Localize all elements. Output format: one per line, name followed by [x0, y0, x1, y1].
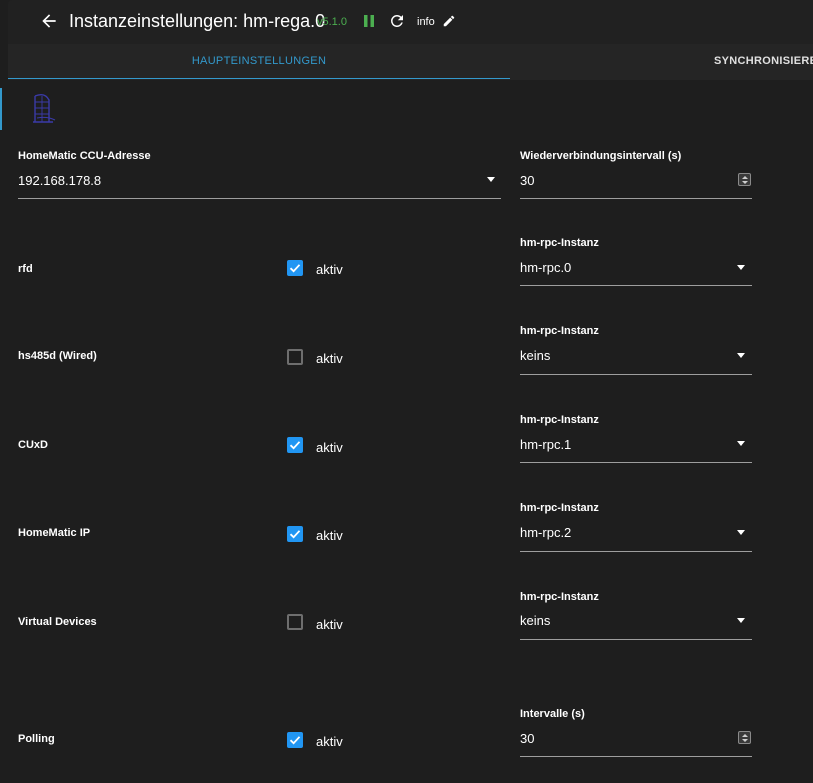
cuxd-rpc-underline — [520, 462, 752, 463]
number-spinner-icon[interactable] — [738, 731, 751, 744]
hs485d-rpc-underline — [520, 374, 752, 375]
virtual-devices-rpc-underline — [520, 639, 752, 640]
header-bar: Instanzeinstellungen: hm-rega.0 v5.1.0 i… — [8, 0, 813, 44]
hs485d-rpc-select[interactable]: keins — [520, 348, 550, 363]
tab-synchronisieren[interactable]: SYNCHRONISIERE — [510, 44, 813, 78]
polling-aktiv-label: aktiv — [316, 734, 343, 749]
virtual-devices-checkbox[interactable] — [287, 614, 303, 630]
polling-checkbox[interactable] — [287, 732, 303, 748]
ccu-address-underline — [18, 198, 501, 199]
tab-bar: HAUPTEINSTELLUNGEN SYNCHRONISIERE — [8, 44, 813, 80]
virtual-devices-label: Virtual Devices — [18, 616, 97, 628]
check-icon — [289, 530, 301, 539]
virtual-devices-rpc-label: hm-rpc-Instanz — [520, 591, 599, 603]
reconnect-interval-input[interactable]: 30 — [520, 173, 534, 188]
hs485d-aktiv-label: aktiv — [316, 351, 343, 366]
version-badge: v5.1.0 — [317, 16, 347, 28]
reload-icon[interactable] — [388, 12, 406, 30]
dropdown-caret-icon[interactable] — [737, 353, 745, 358]
cuxd-checkbox[interactable] — [287, 437, 303, 453]
number-spinner-icon[interactable] — [738, 173, 751, 186]
ccu-address-value[interactable]: 192.168.178.8 — [18, 173, 101, 188]
hs485d-label: hs485d (Wired) — [18, 350, 97, 362]
homematic-ip-rpc-select[interactable]: hm-rpc.2 — [520, 525, 571, 540]
rfd-checkbox[interactable] — [287, 260, 303, 276]
reconnect-interval-underline — [520, 198, 752, 199]
polling-interval-underline — [520, 756, 752, 757]
rfd-rpc-underline — [520, 285, 752, 286]
check-icon — [289, 264, 301, 273]
ccu-address-label: HomeMatic CCU-Adresse — [18, 150, 151, 162]
info-link[interactable]: info — [417, 16, 435, 28]
tab-haupteinstellungen[interactable]: HAUPTEINSTELLUNGEN — [8, 44, 510, 79]
dropdown-caret-icon[interactable] — [737, 265, 745, 270]
dropdown-caret-icon[interactable] — [737, 441, 745, 446]
cuxd-aktiv-label: aktiv — [316, 440, 343, 455]
dropdown-caret-icon[interactable] — [737, 618, 745, 623]
cuxd-rpc-select[interactable]: hm-rpc.1 — [520, 437, 571, 452]
homematic-ip-rpc-underline — [520, 551, 752, 552]
check-icon — [289, 736, 301, 745]
pencil-icon[interactable] — [442, 14, 456, 28]
scroll-indicator — [0, 88, 2, 130]
reconnect-interval-label: Wiederverbindungsintervall (s) — [520, 150, 682, 162]
homematic-ip-aktiv-label: aktiv — [316, 528, 343, 543]
polling-interval-label: Intervalle (s) — [520, 708, 585, 720]
cuxd-label: CUxD — [18, 439, 48, 451]
rfd-rpc-select[interactable]: hm-rpc.0 — [520, 260, 571, 275]
polling-label: Polling — [18, 733, 55, 745]
rfd-rpc-label: hm-rpc-Instanz — [520, 237, 599, 249]
virtual-devices-aktiv-label: aktiv — [316, 617, 343, 632]
dropdown-caret-icon[interactable] — [737, 530, 745, 535]
arrow-back-icon[interactable] — [39, 11, 59, 31]
dropdown-caret-icon[interactable] — [487, 177, 495, 182]
homematic-ip-rpc-label: hm-rpc-Instanz — [520, 502, 599, 514]
page-title: Instanzeinstellungen: hm-rega.0 — [69, 11, 326, 31]
homematic-logo-icon — [33, 93, 56, 123]
hs485d-checkbox[interactable] — [287, 349, 303, 365]
polling-interval-input[interactable]: 30 — [520, 731, 534, 746]
check-icon — [289, 441, 301, 450]
homematic-ip-label: HomeMatic IP — [18, 527, 91, 539]
pause-icon[interactable] — [362, 14, 376, 28]
rfd-label: rfd — [18, 263, 33, 275]
rfd-aktiv-label: aktiv — [316, 262, 343, 277]
cuxd-rpc-label: hm-rpc-Instanz — [520, 414, 599, 426]
homematic-ip-checkbox[interactable] — [287, 526, 303, 542]
virtual-devices-rpc-select[interactable]: keins — [520, 613, 550, 628]
hs485d-rpc-label: hm-rpc-Instanz — [520, 325, 599, 337]
